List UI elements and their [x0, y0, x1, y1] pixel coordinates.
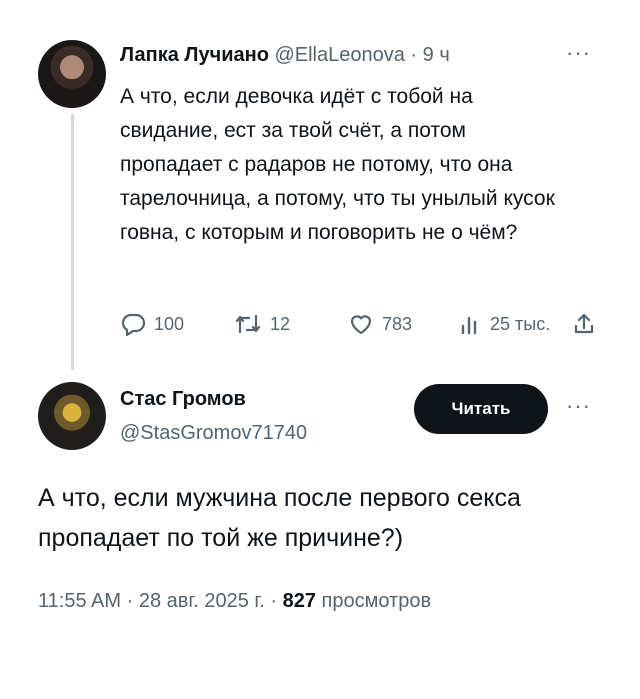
avatar[interactable]: [38, 40, 106, 108]
parent-tweet[interactable]: Лапка Лучиано @EllaLeonova · 9 ч ··· А ч…: [0, 0, 640, 370]
separator: ·: [410, 44, 418, 66]
more-options-button[interactable]: ···: [566, 393, 591, 419]
like-count: 783: [382, 313, 413, 334]
reply-icon: [122, 313, 146, 336]
retweet-button[interactable]: 12: [234, 312, 290, 336]
share-icon: [574, 313, 594, 334]
views-label: просмотров: [321, 590, 432, 612]
tweet-date[interactable]: 28 авг. 2025 г.: [139, 590, 265, 612]
author-handle[interactable]: @StasGromov71740: [120, 422, 307, 445]
more-options-button[interactable]: ···: [566, 40, 591, 66]
avatar[interactable]: [38, 382, 106, 450]
views-count: 827: [282, 590, 316, 612]
author-name[interactable]: Стас Громов: [120, 388, 246, 411]
views-icon: [461, 316, 477, 335]
share-button[interactable]: [572, 312, 604, 336]
reply-button[interactable]: 100: [120, 312, 184, 336]
follow-button[interactable]: Читать: [414, 384, 548, 434]
retweet-count: 12: [270, 313, 291, 334]
reply-count: 100: [154, 313, 185, 334]
retweet-icon: [235, 314, 261, 334]
tweet-text: А что, если девочка идёт с тобой на свид…: [120, 85, 555, 244]
tweet-header: Лапка Лучиано @EllaLeonova · 9 ч: [120, 44, 450, 67]
tweet-time[interactable]: 11:55 AM: [38, 590, 121, 612]
tweet-time[interactable]: 9 ч: [423, 44, 450, 66]
author-handle[interactable]: @EllaLeonova: [274, 44, 404, 66]
views-button[interactable]: 25 тыс.: [458, 312, 550, 336]
separator: ·: [126, 590, 134, 612]
like-button[interactable]: 783: [348, 312, 412, 336]
author-name[interactable]: Лапка Лучиано: [120, 44, 269, 66]
views-count: 25 тыс.: [490, 313, 551, 334]
separator: ·: [270, 590, 278, 612]
tweet-actions: 100 12 783 25 тыс.: [120, 312, 600, 342]
tweet-meta: 11:55 AM · 28 авг. 2025 г. · 827 просмот…: [38, 590, 431, 613]
tweet-text: А что, если мужчина после первого секса …: [38, 484, 521, 552]
heart-icon: [350, 315, 372, 335]
thread-line: [71, 114, 74, 370]
